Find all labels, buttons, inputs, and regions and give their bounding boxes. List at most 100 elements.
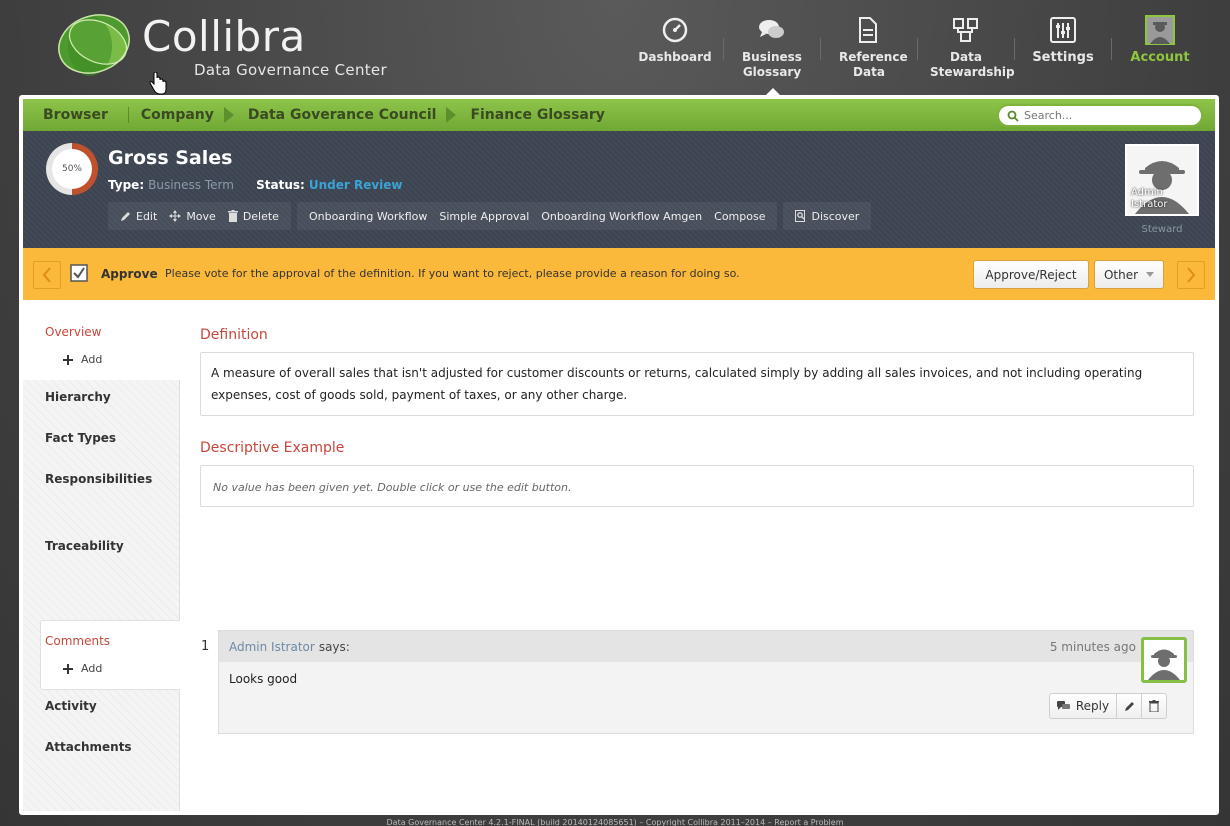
- trash-icon: [1149, 700, 1159, 712]
- nav-hierarchy[interactable]: Hierarchy: [23, 390, 180, 404]
- asset-actions: Edit Move Delete Onboarding Workflow Sim…: [108, 202, 872, 230]
- move-arrows-icon: [169, 210, 182, 222]
- discover-icon: [795, 210, 806, 222]
- nav-attachments[interactable]: Attachments: [23, 740, 180, 754]
- reply-bubbles-icon: [1056, 700, 1070, 710]
- move-label: Move: [186, 209, 216, 223]
- comment-says: says:: [318, 639, 350, 654]
- comment-author[interactable]: Admin Istrator: [229, 640, 315, 654]
- breadcrumb-browser[interactable]: Browser: [23, 107, 108, 123]
- main-panel: Browser Company Data Goverance Council F…: [19, 95, 1219, 815]
- nav-fact-types[interactable]: Fact Types: [23, 431, 180, 445]
- pencil-icon: [1124, 701, 1134, 711]
- steward-name: Admin Istrator: [1131, 187, 1167, 211]
- nav-responsibilities[interactable]: Responsibilities: [23, 472, 180, 486]
- delete-button[interactable]: Delete: [222, 210, 285, 223]
- nav-reference-data-label: Reference Data: [839, 50, 908, 79]
- task-title: Approve: [101, 267, 158, 281]
- checkbox-icon: [70, 264, 88, 282]
- plus-icon: [63, 354, 73, 365]
- chevron-right-icon: [223, 107, 234, 123]
- approve-reject-button[interactable]: Approve/Reject: [973, 260, 1089, 289]
- overview-block: [23, 300, 180, 380]
- breadcrumb-glossary[interactable]: Finance Glossary: [456, 107, 604, 123]
- edit-comment-button[interactable]: [1117, 693, 1142, 719]
- discover-actions: Discover: [783, 202, 872, 230]
- progress-label: 50%: [61, 164, 82, 174]
- avatar: Admin Istrator: [1125, 144, 1199, 216]
- trash-icon: [227, 210, 238, 222]
- reference-data-icon: [859, 17, 877, 43]
- stewardship-icon: [953, 18, 978, 42]
- workflow-actions: Onboarding Workflow Simple Approval Onbo…: [296, 202, 778, 230]
- nav-account-label: Account: [1130, 50, 1190, 65]
- reply-label: Reply: [1075, 699, 1110, 713]
- other-label: Other: [1103, 267, 1139, 282]
- workflow-onboarding-amgen-button[interactable]: Onboarding Workflow Amgen: [535, 210, 708, 223]
- user-silhouette-icon: [1144, 640, 1184, 680]
- search-input[interactable]: [1024, 109, 1184, 122]
- nav-activity[interactable]: Activity: [23, 699, 180, 713]
- nav-account[interactable]: Account: [1112, 14, 1208, 65]
- chat-bubbles-icon: [759, 20, 784, 38]
- next-task-button[interactable]: [1177, 261, 1205, 289]
- edit-label: Edit: [136, 209, 158, 223]
- workflow-compose-button[interactable]: Compose: [708, 210, 771, 223]
- nav-comments[interactable]: Comments: [23, 634, 180, 648]
- comments-add-button[interactable]: Add: [63, 662, 102, 675]
- comments-add-label: Add: [81, 662, 103, 675]
- nav-settings-label: Settings: [1032, 50, 1094, 65]
- definition-title: Definition: [200, 327, 268, 343]
- hand-cursor-icon: [149, 72, 167, 95]
- account-avatar-icon: [1145, 15, 1175, 45]
- asset-header: 50% Gross Sales Type: Business Term Statu…: [23, 131, 1215, 248]
- comment-card: Admin Istrator says: 5 minutes ago Looks…: [218, 630, 1194, 734]
- workflow-onboarding-button[interactable]: Onboarding Workflow: [303, 210, 433, 223]
- steward-card[interactable]: Admin Istrator Steward: [1125, 144, 1199, 235]
- settings-sliders-icon: [1050, 17, 1076, 43]
- brand-name: Collibra: [142, 12, 306, 61]
- dashboard-gauge-icon: [662, 17, 688, 43]
- collibra-logo[interactable]: Collibra Data Governance Center: [56, 6, 396, 95]
- discover-label: Discover: [811, 209, 860, 223]
- breadcrumb: Browser Company Data Goverance Council F…: [23, 99, 1215, 131]
- descriptive-example-title: Descriptive Example: [200, 440, 345, 456]
- nav-data-stewardship[interactable]: Data Stewardship: [918, 14, 1015, 80]
- section-navigation: Overview Add Hierarchy Fact Types Respon…: [23, 300, 180, 811]
- move-button[interactable]: Move: [163, 210, 222, 223]
- brand-subtitle: Data Governance Center: [194, 61, 387, 79]
- chevron-right-icon: [446, 107, 457, 123]
- workflow-simple-approval-button[interactable]: Simple Approval: [433, 210, 535, 223]
- type-value[interactable]: Business Term: [148, 178, 234, 192]
- nav-business-glossary[interactable]: Business Glossary: [724, 14, 820, 97]
- nav-settings[interactable]: Settings: [1015, 14, 1111, 65]
- discover-button[interactable]: Discover: [789, 210, 865, 223]
- nav-data-stewardship-label: Data Stewardship: [930, 50, 1015, 79]
- search-box[interactable]: [997, 104, 1203, 127]
- overview-add-button[interactable]: Add: [63, 353, 102, 366]
- previous-task-button[interactable]: [33, 261, 61, 289]
- descriptive-example-text[interactable]: No value has been given yet. Double clic…: [200, 465, 1194, 507]
- nav-overview[interactable]: Overview: [23, 325, 180, 339]
- breadcrumb-company[interactable]: Company: [129, 107, 214, 123]
- breadcrumb-community[interactable]: Data Goverance Council: [234, 107, 437, 123]
- nav-reference-data[interactable]: Reference Data: [821, 14, 917, 80]
- status-label: Status:: [256, 178, 305, 192]
- steward-name-line2: Istrator: [1131, 199, 1168, 210]
- delete-comment-button[interactable]: [1142, 693, 1167, 719]
- chevron-right-icon: [1187, 267, 1196, 283]
- steward-name-line1: Admin: [1131, 187, 1163, 198]
- nav-dashboard-label: Dashboard: [638, 50, 712, 64]
- comment-time: 5 minutes ago: [1049, 640, 1136, 654]
- definition-text[interactable]: A measure of overall sales that isn't ad…: [200, 352, 1194, 416]
- edit-button[interactable]: Edit: [114, 210, 163, 223]
- nav-traceability[interactable]: Traceability: [23, 539, 180, 553]
- other-dropdown-button[interactable]: Other: [1094, 260, 1164, 289]
- reply-button[interactable]: Reply: [1049, 693, 1117, 719]
- basic-actions: Edit Move Delete: [108, 202, 291, 230]
- comment-actions: Reply: [1049, 693, 1167, 719]
- comment-body: Looks good: [229, 672, 298, 686]
- footer: Data Governance Center 4.2.1-FINAL (buil…: [386, 818, 844, 826]
- page-title: Gross Sales: [108, 147, 233, 169]
- nav-dashboard[interactable]: Dashboard: [627, 14, 723, 65]
